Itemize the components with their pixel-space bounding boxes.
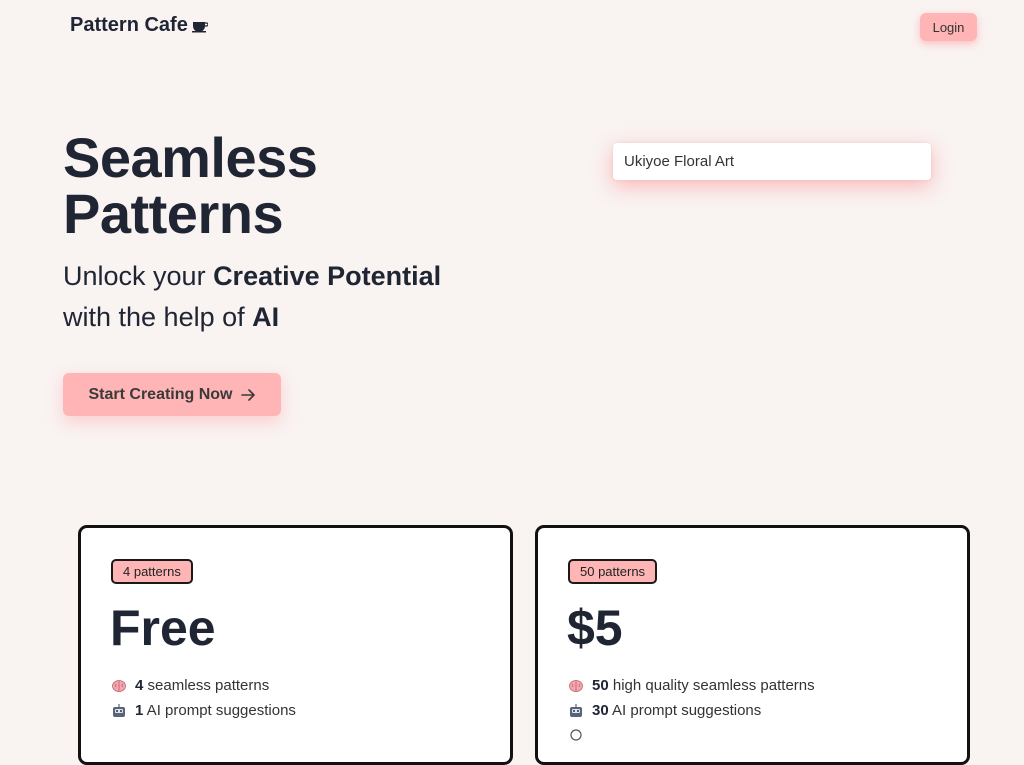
plan-feature: 30 AI prompt suggestions (568, 702, 761, 719)
hero-subtitle: Unlock your Creative Potential with the … (63, 256, 441, 338)
login-button[interactable]: Login (920, 13, 977, 41)
hero-title: Seamless Patterns (63, 130, 318, 245)
brand-logo[interactable]: Pattern Cafe (70, 14, 208, 37)
plan-feature-count: 30 (592, 702, 609, 719)
plan-feature-label: high quality seamless patterns (608, 677, 815, 694)
arrow-right-icon (240, 388, 255, 401)
plan-feature-label: seamless patterns (143, 677, 270, 694)
hero-subtitle-bold-1: Creative Potential (213, 261, 442, 291)
plan-card-paid: 50 patterns $5 50 high quality seamless … (535, 525, 970, 765)
plan-feature: 1 AI prompt suggestions (111, 702, 296, 719)
robot-icon (113, 703, 125, 717)
start-creating-label: Start Creating Now (88, 385, 233, 403)
hero-title-line2: Patterns (63, 182, 284, 245)
plan-price: $5 (567, 600, 623, 656)
prompt-input[interactable]: Ukiyoe Floral Art (613, 143, 931, 180)
plan-feature-label: AI prompt suggestions (608, 702, 762, 719)
plan-feature-text: 4 seamless patterns (135, 677, 269, 694)
plan-feature-text: 50 high quality seamless patterns (592, 677, 815, 694)
plan-feature (568, 727, 592, 743)
hero-subtitle-text-1: Unlock your (63, 261, 214, 291)
prompt-input-value: Ukiyoe Floral Art (624, 153, 735, 170)
brain-icon (569, 679, 583, 692)
plan-feature: 4 seamless patterns (111, 677, 269, 694)
coffee-cup-icon (191, 21, 208, 32)
hero-subtitle-text-2: with the help of (63, 302, 253, 332)
robot-icon (570, 703, 582, 717)
plan-feature-count: 50 (592, 677, 609, 694)
plan-price: Free (110, 600, 216, 656)
plan-badge: 4 patterns (111, 559, 193, 584)
hero-title-line1: Seamless (63, 126, 318, 189)
plan-feature: 50 high quality seamless patterns (568, 677, 815, 694)
brain-icon (112, 679, 126, 692)
plan-badge: 50 patterns (568, 559, 658, 584)
sparkle-icon (570, 729, 582, 741)
plan-card-free: 4 patterns Free 4 seamless patterns 1 AI… (78, 525, 513, 765)
brand-name: Pattern Cafe (70, 14, 188, 36)
start-creating-button[interactable]: Start Creating Now (63, 373, 281, 416)
plan-feature-text: 30 AI prompt suggestions (592, 702, 761, 719)
hero-subtitle-bold-2: AI (252, 302, 280, 332)
plan-feature-label: AI prompt suggestions (143, 702, 296, 719)
plan-feature-text: 1 AI prompt suggestions (135, 702, 296, 719)
